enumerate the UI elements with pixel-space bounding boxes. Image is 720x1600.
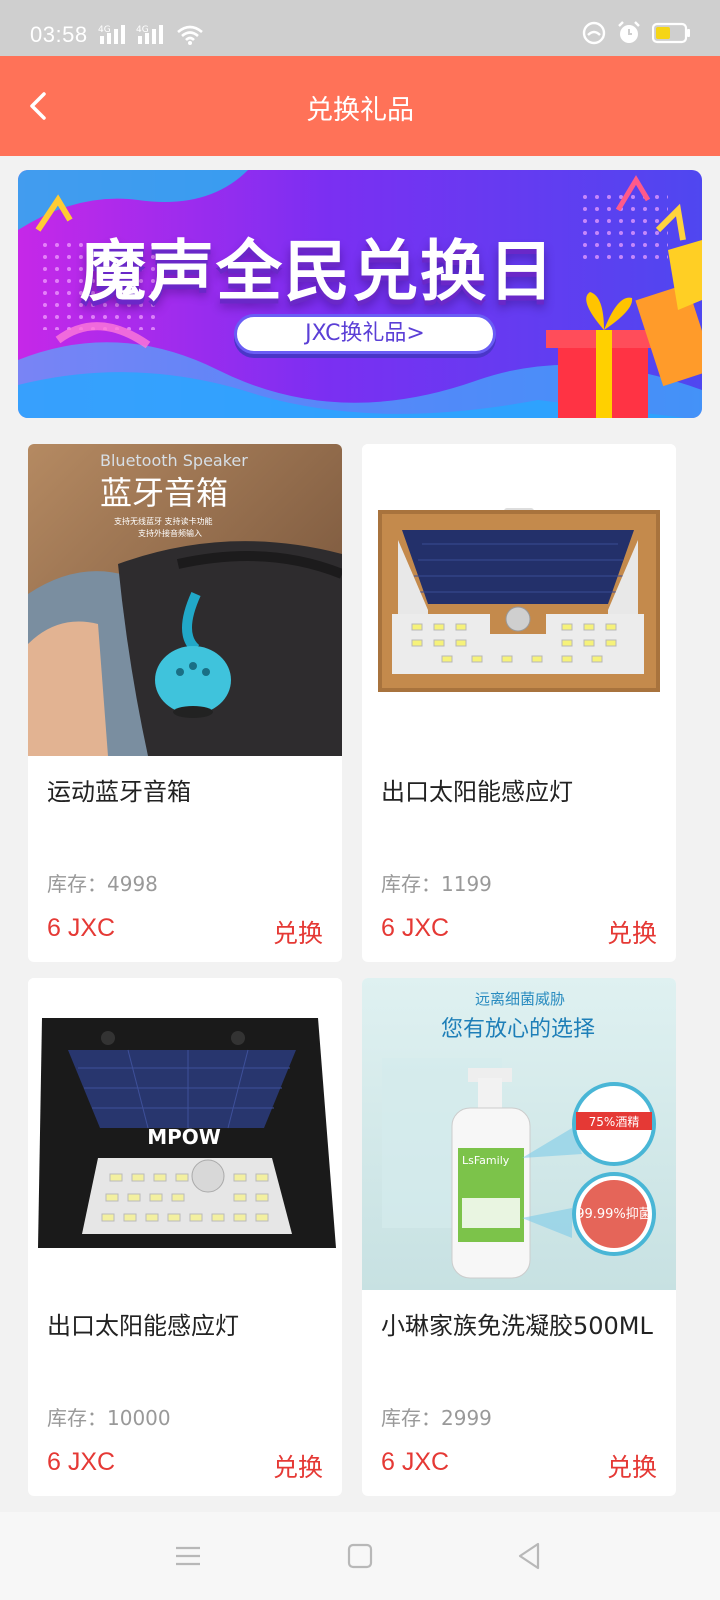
product-card[interactable]: MPOW 出口太阳能感应灯 库存：10000 6 JXC 兑换 [28, 978, 342, 1496]
promo-banner[interactable]: 魔声全民兑换日 JXC换礼品> [18, 170, 702, 418]
product-stock: 库存：4998 [47, 872, 158, 896]
svg-text:蓝牙音箱: 蓝牙音箱 [100, 474, 228, 512]
product-price: 6 JXC [381, 1448, 450, 1476]
banner-button[interactable]: JXC换礼品> [234, 314, 496, 354]
svg-text:Bluetooth Speaker: Bluetooth Speaker [100, 451, 248, 470]
hand-gel-photo: 远离细菌威胁 您有放心的选择 LsFamily 75%酒精 99.99%抑菌 [362, 978, 676, 1290]
svg-text:MPOW: MPOW [147, 1125, 221, 1149]
svg-text:75%酒精: 75%酒精 [589, 1115, 640, 1129]
product-name: 出口太阳能感应灯 [381, 778, 573, 806]
eye-care-icon [582, 21, 606, 45]
product-card[interactable]: 出口太阳能感应灯 库存：1199 6 JXC 兑换 [362, 444, 676, 962]
exchange-button[interactable]: 兑换 [607, 1448, 657, 1484]
svg-text:LsFamily: LsFamily [462, 1154, 510, 1167]
product-name: 运动蓝牙音箱 [47, 778, 191, 806]
battery-icon [652, 22, 690, 44]
svg-text:支持外接音频输入: 支持外接音频输入 [138, 528, 202, 538]
product-name: 小琳家族免洗凝胶500ML [381, 1312, 653, 1340]
product-stock: 库存：10000 [47, 1406, 171, 1430]
svg-text:远离细菌威胁: 远离细菌威胁 [475, 990, 565, 1008]
svg-text:支持无线蓝牙 支持读卡功能: 支持无线蓝牙 支持读卡功能 [114, 516, 213, 526]
product-price: 6 JXC [47, 914, 116, 942]
back-icon[interactable] [514, 1540, 546, 1572]
product-image-speaker[interactable]: Bluetooth Speaker 蓝牙音箱 支持无线蓝牙 支持读卡功能 支持外… [28, 444, 342, 756]
svg-text:99.99%抑菌: 99.99%抑菌 [576, 1207, 652, 1222]
product-price: 6 JXC [381, 914, 450, 942]
product-card[interactable]: 远离细菌威胁 您有放心的选择 LsFamily 75%酒精 99.99%抑菌 小… [362, 978, 676, 1496]
product-stock: 库存：2999 [381, 1406, 492, 1430]
svg-text:您有放心的选择: 您有放心的选择 [441, 1017, 595, 1042]
product-price: 6 JXC [47, 1448, 116, 1476]
banner-title: 魔声全民兑换日 [80, 233, 556, 310]
mpow-lamp-photo: MPOW [28, 978, 342, 1290]
status-bar: 03:58 4G 4G [0, 0, 720, 56]
product-image-hand-gel[interactable]: 远离细菌威胁 您有放心的选择 LsFamily 75%酒精 99.99%抑菌 [362, 978, 676, 1290]
home-icon[interactable] [344, 1540, 376, 1572]
header-bar: 兑换礼品 [0, 56, 720, 156]
page-title: 兑换礼品 [306, 95, 414, 126]
exchange-button[interactable]: 兑换 [273, 1448, 323, 1484]
wifi-icon [177, 25, 203, 45]
speaker-photo: Bluetooth Speaker 蓝牙音箱 支持无线蓝牙 支持读卡功能 支持外… [28, 444, 342, 756]
status-time: 03:58 [30, 22, 88, 47]
product-image-mpow-lamp[interactable]: MPOW [28, 978, 342, 1290]
solar-lamp-photo [362, 444, 676, 756]
product-stock: 库存：1199 [381, 872, 492, 896]
product-card[interactable]: Bluetooth Speaker 蓝牙音箱 支持无线蓝牙 支持读卡功能 支持外… [28, 444, 342, 962]
exchange-button[interactable]: 兑换 [607, 914, 657, 950]
exchange-button[interactable]: 兑换 [273, 914, 323, 950]
menu-icon[interactable] [172, 1540, 204, 1572]
product-name: 出口太阳能感应灯 [47, 1312, 239, 1340]
system-nav-bar [0, 1512, 720, 1600]
alarm-icon [618, 21, 640, 43]
product-image-solar-lamp[interactable] [362, 444, 676, 756]
status-icons [582, 20, 692, 46]
